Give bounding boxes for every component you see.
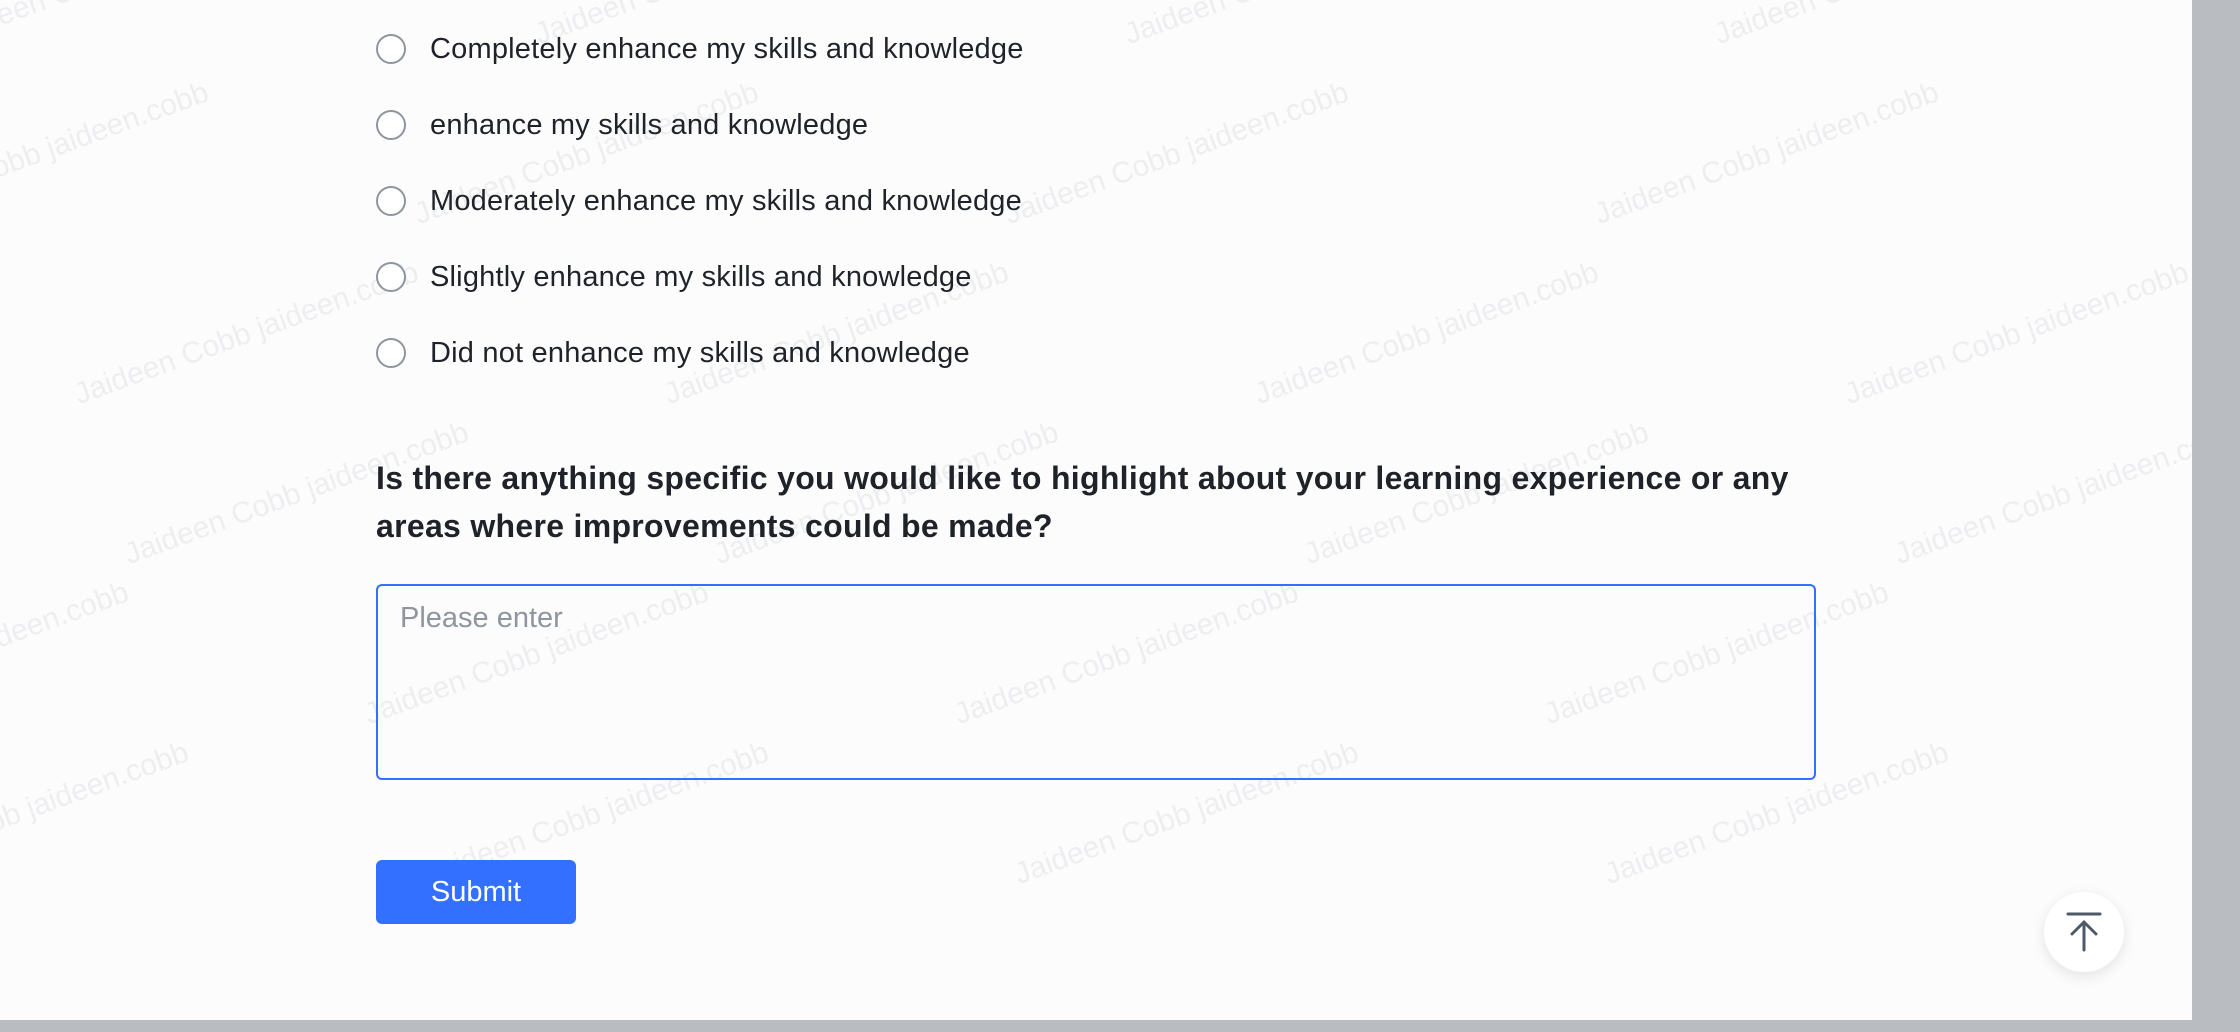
arrow-up-to-line-icon bbox=[2066, 912, 2102, 952]
radio-button[interactable] bbox=[376, 186, 406, 216]
watermark: Jaideen Cobb jaideen.cobb bbox=[0, 75, 213, 231]
watermark: Jaideen Cobb jaideen.cobb bbox=[70, 255, 423, 412]
survey-page: Jaideen Cobb jaideen.cobb Jaideen Cobb j… bbox=[0, 0, 2192, 1020]
radio-option-label: enhance my skills and knowledge bbox=[430, 108, 869, 141]
radio-option-label: Did not enhance my skills and knowledge bbox=[430, 336, 970, 369]
radio-button[interactable] bbox=[376, 262, 406, 292]
watermark: Jaideen Cobb jaideen.cobb bbox=[1000, 75, 1353, 232]
radio-button[interactable] bbox=[376, 110, 406, 140]
feedback-textarea[interactable] bbox=[376, 584, 1816, 780]
radio-option-did-not[interactable]: Did not enhance my skills and knowledge bbox=[376, 329, 970, 377]
watermark: Jaideen Cobb jaideen.cobb bbox=[1710, 0, 2063, 52]
submit-button[interactable]: Submit bbox=[376, 860, 576, 924]
vertical-scrollbar[interactable] bbox=[2192, 0, 2240, 1032]
watermark: Jaideen Cobb jaideen.cobb bbox=[0, 0, 293, 52]
watermark: Jaideen Cobb jaideen.cobb bbox=[1590, 75, 1943, 232]
radio-option-label: Completely enhance my skills and knowled… bbox=[430, 32, 1024, 65]
radio-option-enhance[interactable]: enhance my skills and knowledge bbox=[376, 101, 868, 149]
back-to-top-button[interactable] bbox=[2044, 892, 2124, 972]
watermark: Jaideen Cobb jaideen.cobb bbox=[1250, 255, 1603, 412]
question-title: Is there anything specific you would lik… bbox=[376, 454, 1816, 550]
radio-option-completely[interactable]: Completely enhance my skills and knowled… bbox=[376, 25, 1024, 73]
radio-option-slightly[interactable]: Slightly enhance my skills and knowledge bbox=[376, 253, 972, 301]
watermark: Jaideen Cobb jaideen.cobb bbox=[1890, 415, 2192, 572]
radio-button[interactable] bbox=[376, 338, 406, 368]
watermark: Jaideen Cobb jaideen.cobb bbox=[0, 575, 133, 731]
radio-option-label: Moderately enhance my skills and knowled… bbox=[430, 184, 1022, 217]
radio-option-label: Slightly enhance my skills and knowledge bbox=[430, 260, 972, 293]
watermark: Jaideen Cobb jaideen.cobb bbox=[1120, 0, 1473, 52]
question-line: areas where improvements could be made? bbox=[376, 508, 1053, 544]
watermark: Jaideen Cobb jaideen.cobb bbox=[1840, 255, 2192, 412]
watermark: Jaideen Cobb jaideen.cobb bbox=[0, 735, 193, 891]
question-line: Is there anything specific you would lik… bbox=[376, 460, 1789, 496]
horizontal-scrollbar[interactable] bbox=[0, 1020, 2192, 1032]
radio-button[interactable] bbox=[376, 34, 406, 64]
radio-option-moderately[interactable]: Moderately enhance my skills and knowled… bbox=[376, 177, 1022, 225]
